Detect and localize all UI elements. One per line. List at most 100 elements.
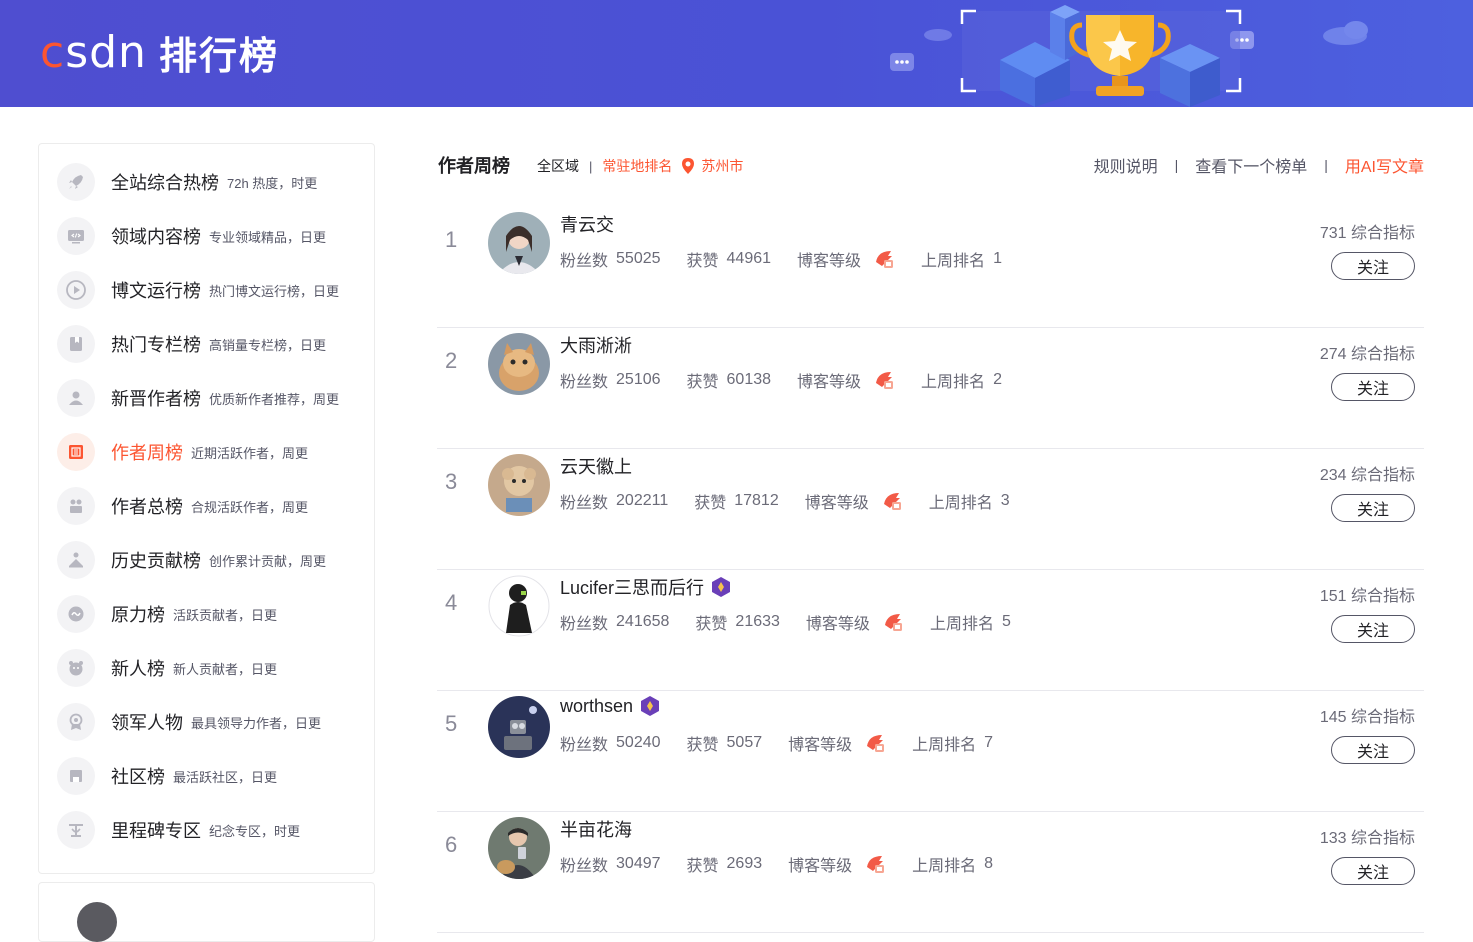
sidebar-item-newbie[interactable]: 新人榜 新人贡献者，日更: [57, 648, 367, 688]
table-row: 4 Lucifer三思而后行 粉丝数 241658 获赞 21633 博客等级 上周…: [437, 570, 1424, 691]
follow-button[interactable]: 关注: [1331, 373, 1415, 401]
sidebar-item-desc: 专业领域精品，日更: [209, 229, 327, 245]
divider: |: [589, 158, 593, 174]
sidebar-item-desc: 最具领导力作者，日更: [191, 715, 322, 731]
location-pin-icon: [682, 158, 695, 174]
sidebar-item-column[interactable]: 热门专栏榜 高销量专栏榜，日更: [57, 324, 367, 364]
sidebar-item-label: 作者周榜: [111, 443, 183, 463]
rank-number: 3: [445, 469, 458, 494]
toolbar: 规则说明 | 查看下一个榜单 | 用AI写文章: [1094, 153, 1424, 177]
score-value: 274 综合指标: [1319, 346, 1415, 363]
list-title: 作者周榜: [438, 156, 510, 176]
divider: |: [1174, 157, 1179, 173]
avatar[interactable]: [488, 575, 550, 637]
sidebar-item-label: 领军人物: [111, 713, 183, 733]
blog-level-icon: [867, 856, 885, 873]
author-name[interactable]: 青云交: [560, 211, 614, 237]
table-row: 5 worthsen 粉丝数 50240 获赞 5057 博客等级 上周排名 7 14…: [437, 691, 1424, 812]
table-row: 1 青云交 粉丝数 55025 获赞 44961 博客等级 上周排名 1 731 综合…: [437, 207, 1424, 328]
sidebar-item-author-total[interactable]: 作者总榜 合规活跃作者，周更: [57, 486, 367, 526]
user-icon: [57, 379, 95, 417]
author-name[interactable]: Lucifer三思而后行: [560, 574, 732, 600]
author-name[interactable]: 云天徽上: [560, 453, 632, 479]
sidebar-item-blog-run[interactable]: 博文运行榜 热门博文运行榜，日更: [57, 270, 367, 310]
newbie-icon: [57, 649, 95, 687]
score-value: 234 综合指标: [1319, 467, 1415, 484]
vip-badge-icon: [641, 696, 660, 716]
score-value: 133 综合指标: [1319, 830, 1415, 847]
sidebar-item-desc: 72h 热度，时更: [227, 175, 318, 191]
author-name[interactable]: worthsen: [560, 695, 661, 717]
medal-icon: [57, 703, 95, 741]
author-name[interactable]: 大雨淅淅: [560, 332, 632, 358]
author-stats: 粉丝数 50240 获赞 5057 博客等级 上周排名 7: [560, 734, 994, 754]
avatar[interactable]: [488, 454, 550, 516]
author-stats: 粉丝数 55025 获赞 44961 博客等级 上周排名 1: [560, 250, 1002, 270]
sidebar-item-milestone[interactable]: 里程碑专区 纪念专区，时更: [57, 810, 367, 850]
table-row: 3 云天徽上 粉丝数 202211 获赞 17812 博客等级 上周排名 3 234 …: [437, 449, 1424, 570]
city-selector[interactable]: 苏州市: [701, 156, 743, 176]
sidebar-item-force[interactable]: 原力榜 活跃贡献者，日更: [57, 594, 367, 634]
sidebar-item-community[interactable]: 社区榜 最活跃社区，日更: [57, 756, 367, 796]
sidebar-item-site-hot[interactable]: 全站综合热榜 72h 热度，时更: [57, 162, 367, 202]
follow-button[interactable]: 关注: [1331, 494, 1415, 522]
ranking-sidebar: 全站综合热榜 72h 热度，时更 领域内容榜 专业领域精品，日更 博文运行榜 热…: [38, 143, 375, 874]
rank-number: 6: [445, 832, 458, 857]
score-value: 731 综合指标: [1319, 225, 1415, 242]
sidebar-card-2: [38, 882, 375, 942]
avatar[interactable]: [77, 902, 117, 942]
sidebar-item-label: 新晋作者榜: [111, 389, 201, 409]
csdn-logo: csdn: [40, 26, 147, 78]
avatar[interactable]: [488, 212, 550, 274]
rules-link[interactable]: 规则说明: [1094, 153, 1158, 177]
avatar[interactable]: [488, 696, 550, 758]
rank-number: 5: [445, 711, 458, 736]
ai-write-link[interactable]: 用AI写文章: [1345, 153, 1424, 177]
rank-number: 2: [445, 348, 458, 373]
author-name[interactable]: 半亩花海: [560, 816, 632, 842]
avatar[interactable]: [488, 817, 550, 879]
sidebar-item-desc: 高销量专栏榜，日更: [209, 337, 327, 353]
sidebar-item-author-weekly[interactable]: 作者周榜 近期活跃作者，周更: [57, 432, 367, 472]
blog-level-icon: [876, 251, 894, 268]
sidebar-item-label: 新人榜: [111, 659, 165, 679]
trophy-illustration: [890, 5, 1368, 107]
logo[interactable]: csdn 排行榜: [40, 24, 279, 80]
rocket-icon: [57, 163, 95, 201]
location-rank-tab[interactable]: 常驻地排名: [602, 156, 672, 176]
calendar-icon: [57, 433, 95, 471]
score-value: 145 综合指标: [1319, 709, 1415, 726]
sidebar-item-desc: 优质新作者推荐，周更: [209, 391, 340, 407]
vip-badge-icon: [712, 577, 731, 597]
follow-button[interactable]: 关注: [1331, 736, 1415, 764]
sidebar-item-label: 博文运行榜: [111, 281, 201, 301]
code-icon: [57, 217, 95, 255]
author-stats: 粉丝数 25106 获赞 60138 博客等级 上周排名 2: [560, 371, 1002, 391]
sidebar-item-domain[interactable]: 领域内容榜 专业领域精品，日更: [57, 216, 367, 256]
sidebar-item-label: 热门专栏榜: [111, 335, 201, 355]
next-list-link[interactable]: 查看下一个榜单: [1195, 153, 1307, 177]
play-icon: [57, 271, 95, 309]
header-banner: csdn 排行榜: [0, 0, 1473, 107]
sidebar-item-desc: 合规活跃作者，周更: [191, 499, 309, 515]
sidebar-item-new-author[interactable]: 新晋作者榜 优质新作者推荐，周更: [57, 378, 367, 418]
sidebar-item-leader[interactable]: 领军人物 最具领导力作者，日更: [57, 702, 367, 742]
sidebar-item-label: 原力榜: [111, 605, 165, 625]
sidebar-item-desc: 新人贡献者，日更: [173, 661, 278, 677]
sidebar-item-label: 全站综合热榜: [111, 173, 219, 193]
sidebar-item-desc: 创作累计贡献，周更: [209, 553, 327, 569]
community-icon: [57, 757, 95, 795]
table-row: 6 半亩花海 粉丝数 30497 获赞 2693 博客等级 上周排名 8 133 综合…: [437, 812, 1424, 933]
follow-button[interactable]: 关注: [1331, 857, 1415, 885]
avatar[interactable]: [488, 333, 550, 395]
follow-button[interactable]: 关注: [1331, 615, 1415, 643]
divider: |: [1324, 157, 1328, 173]
group-icon: [57, 487, 95, 525]
sidebar-item-history[interactable]: 历史贡献榜 创作累计贡献，周更: [57, 540, 367, 580]
region-filter: 全区域 | 常驻地排名 苏州市: [537, 156, 743, 176]
sidebar-item-desc: 近期活跃作者，周更: [191, 445, 309, 461]
region-all[interactable]: 全区域: [537, 156, 579, 176]
sidebar-item-desc: 活跃贡献者，日更: [173, 607, 278, 623]
follow-button[interactable]: 关注: [1331, 252, 1415, 280]
blog-level-icon: [884, 614, 902, 631]
